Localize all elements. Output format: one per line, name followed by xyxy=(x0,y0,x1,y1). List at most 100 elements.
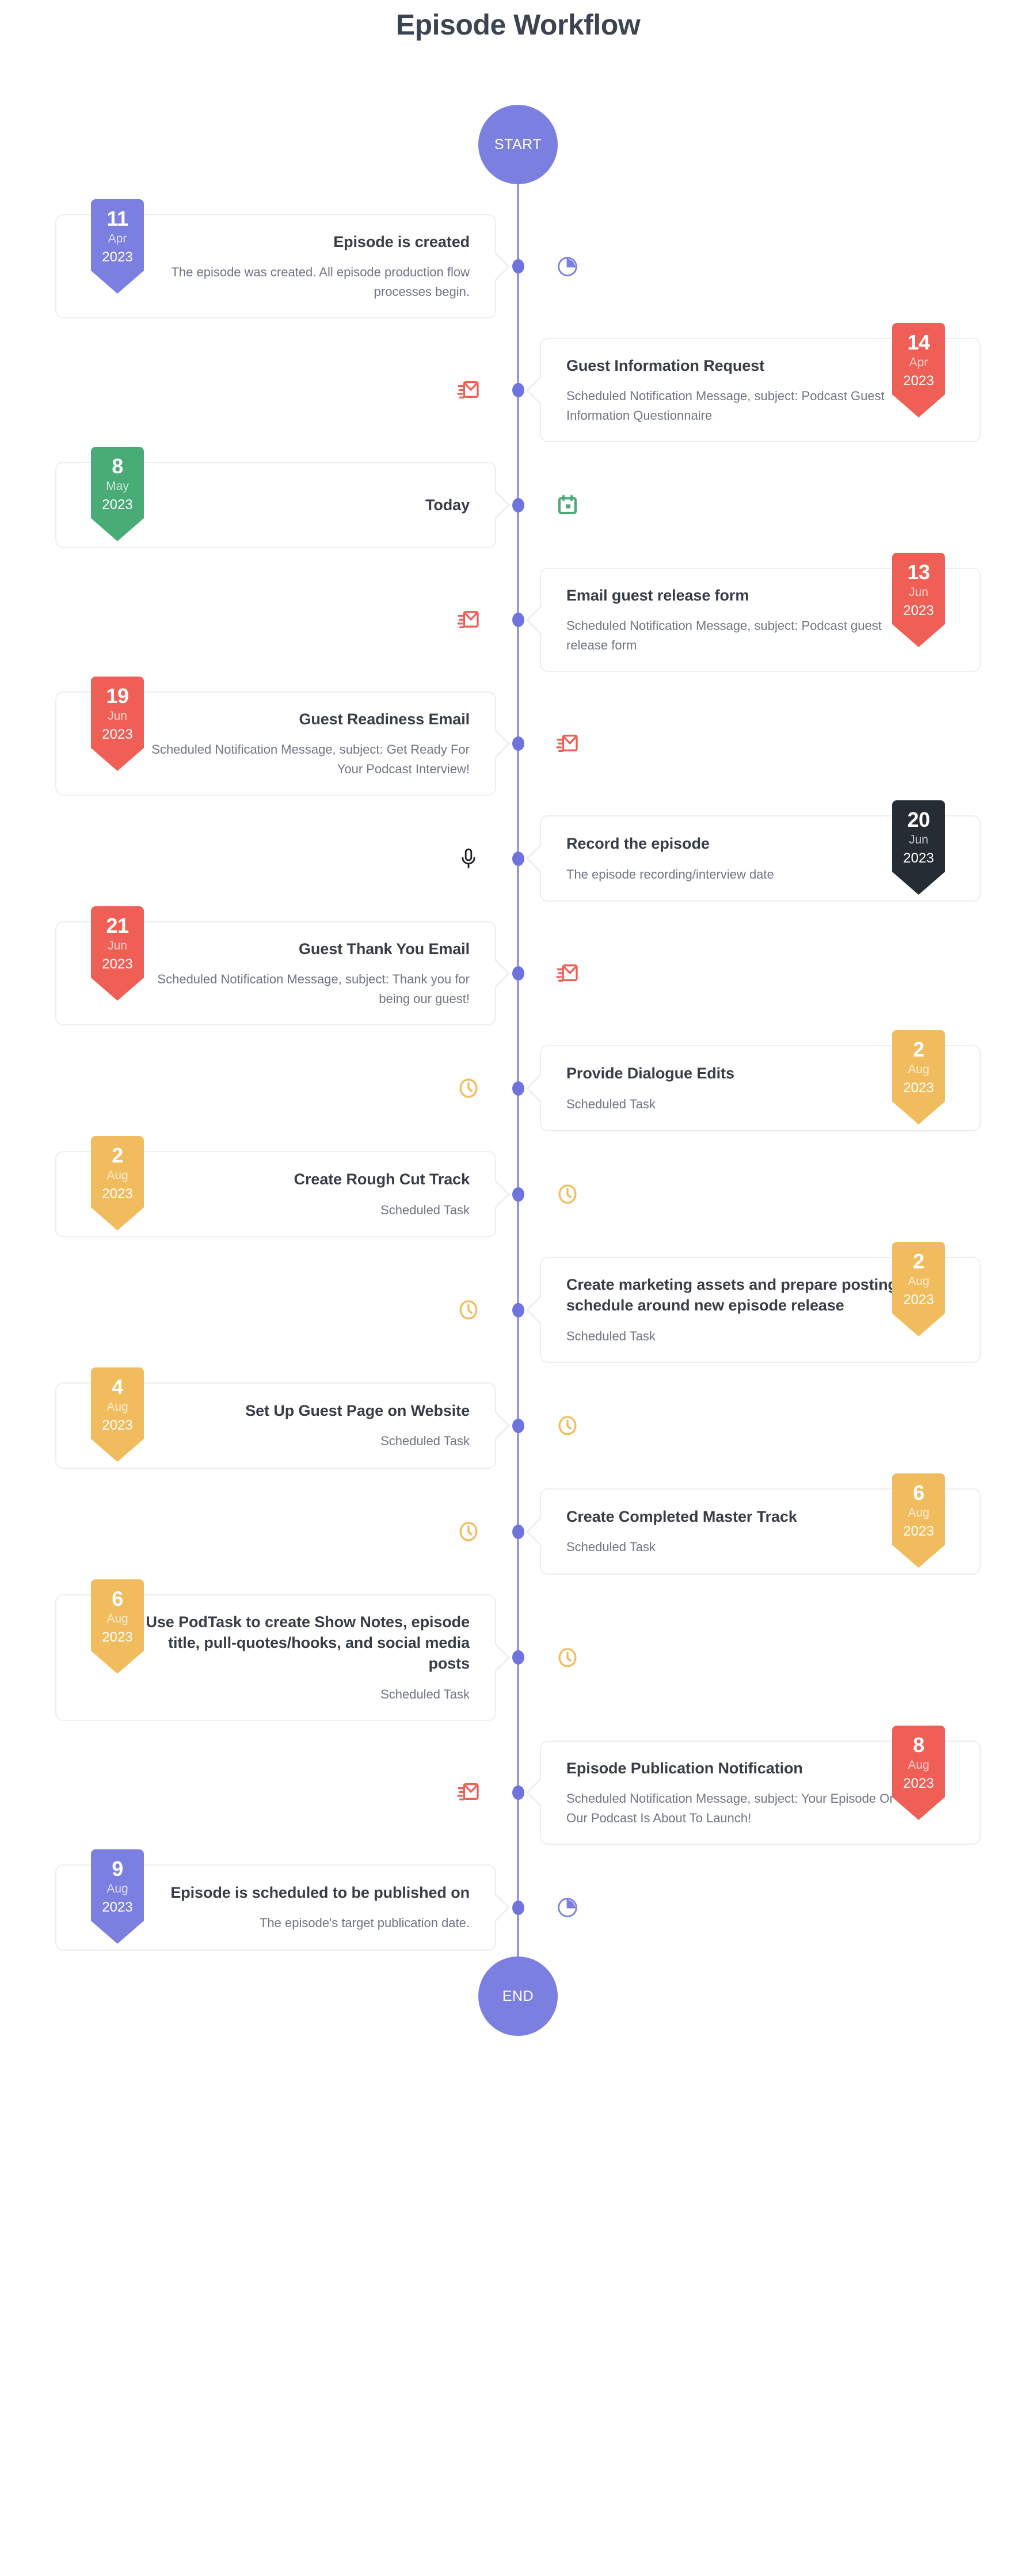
card-title: Create Rough Cut Track xyxy=(294,1171,470,1188)
timeline-row: 14 Apr 2023 Guest Information Request Schedu… xyxy=(0,323,1036,443)
ribbon-year: 2023 xyxy=(102,1417,133,1433)
timeline-node-dot xyxy=(512,1785,524,1800)
timeline-card[interactable]: 11 Apr 2023 Episode is created The episode w… xyxy=(55,199,510,319)
timeline-node-dot xyxy=(512,1418,524,1433)
end-node[interactable]: END xyxy=(478,1956,558,2037)
timeline-card[interactable]: 6 Aug 2023 Create Completed Master Track Sch… xyxy=(526,1473,981,1575)
timeline-row: 13 Jun 2023 Email guest release form Schedul… xyxy=(0,553,1036,673)
timeline-row: 11 Apr 2023 Episode is created The episode w… xyxy=(0,199,1036,319)
timeline-node[interactable] xyxy=(496,1418,540,1433)
ribbon-day: 8 xyxy=(913,1732,924,1757)
date-ribbon: 6 Aug 2023 xyxy=(892,1473,945,1568)
row-right-slot xyxy=(540,1896,1036,1919)
ribbon-month: Jun xyxy=(108,709,127,723)
timeline-node[interactable] xyxy=(496,497,540,512)
row-right-slot: 2 Aug 2023 Provide Dialogue Edits Scheduled … xyxy=(526,1030,1036,1132)
timeline-row: 20 Jun 2023 Record the episode The episode r… xyxy=(0,800,1036,902)
timeline-node[interactable] xyxy=(496,259,540,274)
timeline-row: 2 Aug 2023 Provide Dialogue Edits Scheduled … xyxy=(0,1030,1036,1132)
row-right-slot xyxy=(540,255,1036,278)
timeline-card[interactable]: 9 Aug 2023 Episode is scheduled to be publi… xyxy=(55,1849,510,1951)
ribbon-tail xyxy=(91,1438,144,1462)
row-left-slot: 19 Jun 2023 Guest Readiness Email Scheduled … xyxy=(0,677,510,796)
card-description: Scheduled Notification Message, subject:… xyxy=(151,742,470,776)
ribbon-tail xyxy=(91,977,144,1001)
ribbon-month: Aug xyxy=(908,1275,930,1289)
card-description: Scheduled Notification Message, subject:… xyxy=(566,1791,897,1825)
ribbon-month: Aug xyxy=(106,1169,128,1183)
ribbon-day: 21 xyxy=(106,914,129,938)
timeline-node-dot xyxy=(512,497,524,512)
timeline-node-dot xyxy=(512,613,524,628)
date-ribbon: 8 Aug 2023 xyxy=(892,1725,945,1820)
clock-outline-icon xyxy=(441,1520,496,1543)
row-right-slot: 6 Aug 2023 Create Completed Master Track Sch… xyxy=(526,1473,1036,1575)
timeline-card[interactable]: 20 Jun 2023 Record the episode The episode r… xyxy=(526,800,981,902)
timeline-node-dot xyxy=(512,1302,524,1317)
timeline-node[interactable] xyxy=(496,736,540,751)
ribbon-day: 9 xyxy=(112,1857,123,1881)
card-title: Create marketing assets and prepare post… xyxy=(566,1276,897,1314)
date-ribbon: 14 Apr 2023 xyxy=(892,323,945,417)
timeline-card[interactable]: 6 Aug 2023 Use PodTask to create Show Notes… xyxy=(55,1579,510,1721)
row-left-slot xyxy=(0,847,496,870)
timeline-card[interactable]: 2 Aug 2023 Create marketing assets and prep… xyxy=(526,1242,981,1363)
ribbon-month: Jun xyxy=(909,833,928,847)
timeline-node[interactable] xyxy=(496,1900,540,1915)
row-right-slot: 13 Jun 2023 Email guest release form Schedul… xyxy=(526,553,1036,673)
timeline-card[interactable]: 8 May 2023 Today xyxy=(55,447,510,549)
timeline-card[interactable]: 14 Apr 2023 Guest Information Request Schedu… xyxy=(526,323,981,443)
timeline-card[interactable]: 19 Jun 2023 Guest Readiness Email Scheduled … xyxy=(55,677,510,796)
timeline-card[interactable]: 2 Aug 2023 Create Rough Cut Track Scheduled … xyxy=(55,1136,510,1238)
clock-pie-icon xyxy=(540,1896,595,1919)
card-title: Guest Information Request xyxy=(566,357,765,375)
date-ribbon: 8 May 2023 xyxy=(91,447,144,541)
ribbon-month: Aug xyxy=(908,1506,930,1520)
ribbon-tail xyxy=(892,1796,945,1820)
timeline-node[interactable] xyxy=(496,1650,540,1665)
row-left-slot xyxy=(0,1077,496,1100)
date-ribbon: 9 Aug 2023 xyxy=(91,1849,144,1944)
timeline-row: 6 Aug 2023 Use PodTask to create Show Notes… xyxy=(0,1579,1036,1721)
timeline-row: 19 Jun 2023 Guest Readiness Email Scheduled … xyxy=(0,677,1036,796)
timeline-card[interactable]: 21 Jun 2023 Guest Thank You Email Scheduled … xyxy=(55,906,510,1026)
card-description: The episode recording/interview date xyxy=(566,867,774,882)
row-right-slot: 20 Jun 2023 Record the episode The episode r… xyxy=(526,800,1036,902)
card-title: Use PodTask to create Show Notes, episod… xyxy=(146,1613,470,1673)
ribbon-day: 4 xyxy=(112,1375,123,1399)
ribbon-year: 2023 xyxy=(102,1186,133,1202)
timeline-card[interactable]: 8 Aug 2023 Episode Publication Notification… xyxy=(526,1725,981,1845)
card-description: Scheduled Notification Message, subject:… xyxy=(566,618,882,652)
email-send-icon xyxy=(540,732,595,755)
ribbon-tail xyxy=(91,747,144,771)
timeline-card[interactable]: 4 Aug 2023 Set Up Guest Page on Website Sche… xyxy=(55,1367,510,1469)
timeline-card[interactable]: 13 Jun 2023 Email guest release form Schedul… xyxy=(526,553,981,673)
ribbon-day: 14 xyxy=(907,330,930,355)
microphone-icon xyxy=(441,847,496,870)
ribbon-month: Jun xyxy=(108,939,127,953)
start-node[interactable]: START xyxy=(478,105,558,184)
clock-outline-icon xyxy=(540,1414,595,1437)
card-title: Guest Readiness Email xyxy=(299,711,470,728)
card-title: Provide Dialogue Edits xyxy=(566,1065,734,1082)
row-right-slot xyxy=(540,1646,1036,1669)
timeline-node-dot xyxy=(512,259,524,274)
card-description: Scheduled Task xyxy=(380,1202,470,1217)
ribbon-tail xyxy=(91,518,144,541)
timeline-node[interactable] xyxy=(496,966,540,981)
date-ribbon: 13 Jun 2023 xyxy=(892,553,945,647)
timeline-node[interactable] xyxy=(496,1187,540,1202)
row-left-slot xyxy=(0,379,496,402)
clock-outline-icon xyxy=(441,1077,496,1100)
timeline-card[interactable]: 2 Aug 2023 Provide Dialogue Edits Scheduled … xyxy=(526,1030,981,1132)
card-description: The episode's target publication date. xyxy=(260,1916,470,1931)
ribbon-year: 2023 xyxy=(102,496,133,512)
ribbon-month: Apr xyxy=(108,232,127,245)
ribbon-tail xyxy=(91,1207,144,1230)
ribbon-tail xyxy=(91,270,144,294)
timeline-node-dot xyxy=(512,1081,524,1096)
ribbon-month: Aug xyxy=(908,1063,930,1077)
card-description: Scheduled Notification Message, subject:… xyxy=(157,972,470,1006)
ribbon-tail xyxy=(892,1101,945,1124)
page-title: Episode Workflow xyxy=(395,9,641,41)
